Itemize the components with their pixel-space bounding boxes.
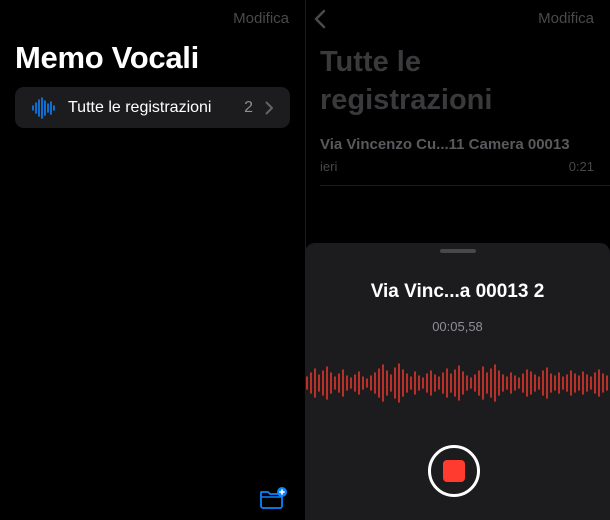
recording-sheet: Via Vinc...a 00013 2 00:05,58 — [305, 243, 610, 520]
recording-meta: ieri 0:21 — [320, 159, 610, 174]
recording-list-item[interactable]: Via Vincenzo Cu...11 Camera 00013 ieri 0… — [320, 136, 610, 174]
record-stop-button[interactable] — [428, 445, 480, 497]
recording-name: Via Vincenzo Cu...11 Camera 00013 — [320, 136, 570, 153]
list-divider — [320, 185, 610, 186]
chevron-left-icon[interactable] — [312, 8, 328, 30]
edit-button[interactable]: Modifica — [538, 10, 594, 27]
all-recordings-row[interactable]: Tutte le registrazioni 2 — [15, 87, 290, 128]
page-title: Tutte le registrazioni — [320, 46, 493, 116]
sheet-grabber[interactable] — [440, 249, 476, 253]
chevron-right-icon — [265, 101, 273, 114]
new-folder-icon[interactable] — [258, 486, 288, 510]
waveform-icon — [32, 96, 55, 119]
stop-icon — [443, 460, 465, 482]
recording-title[interactable]: Via Vinc...a 00013 2 — [305, 281, 610, 303]
edit-button[interactable]: Modifica — [233, 10, 289, 27]
live-waveform — [306, 363, 608, 403]
all-recordings-label: Tutte le registrazioni — [68, 98, 212, 116]
voice-memos-screen: Modifica Memo Vocali Tutte le registrazi… — [0, 0, 610, 520]
recording-elapsed-time: 00:05,58 — [432, 319, 483, 334]
page-title: Memo Vocali — [15, 40, 199, 75]
recording-date: ieri — [320, 159, 338, 174]
recording-duration: 0:21 — [568, 159, 594, 174]
folders-pane: Modifica Memo Vocali Tutte le registrazi… — [0, 0, 305, 520]
all-recordings-count: 2 — [244, 98, 253, 116]
